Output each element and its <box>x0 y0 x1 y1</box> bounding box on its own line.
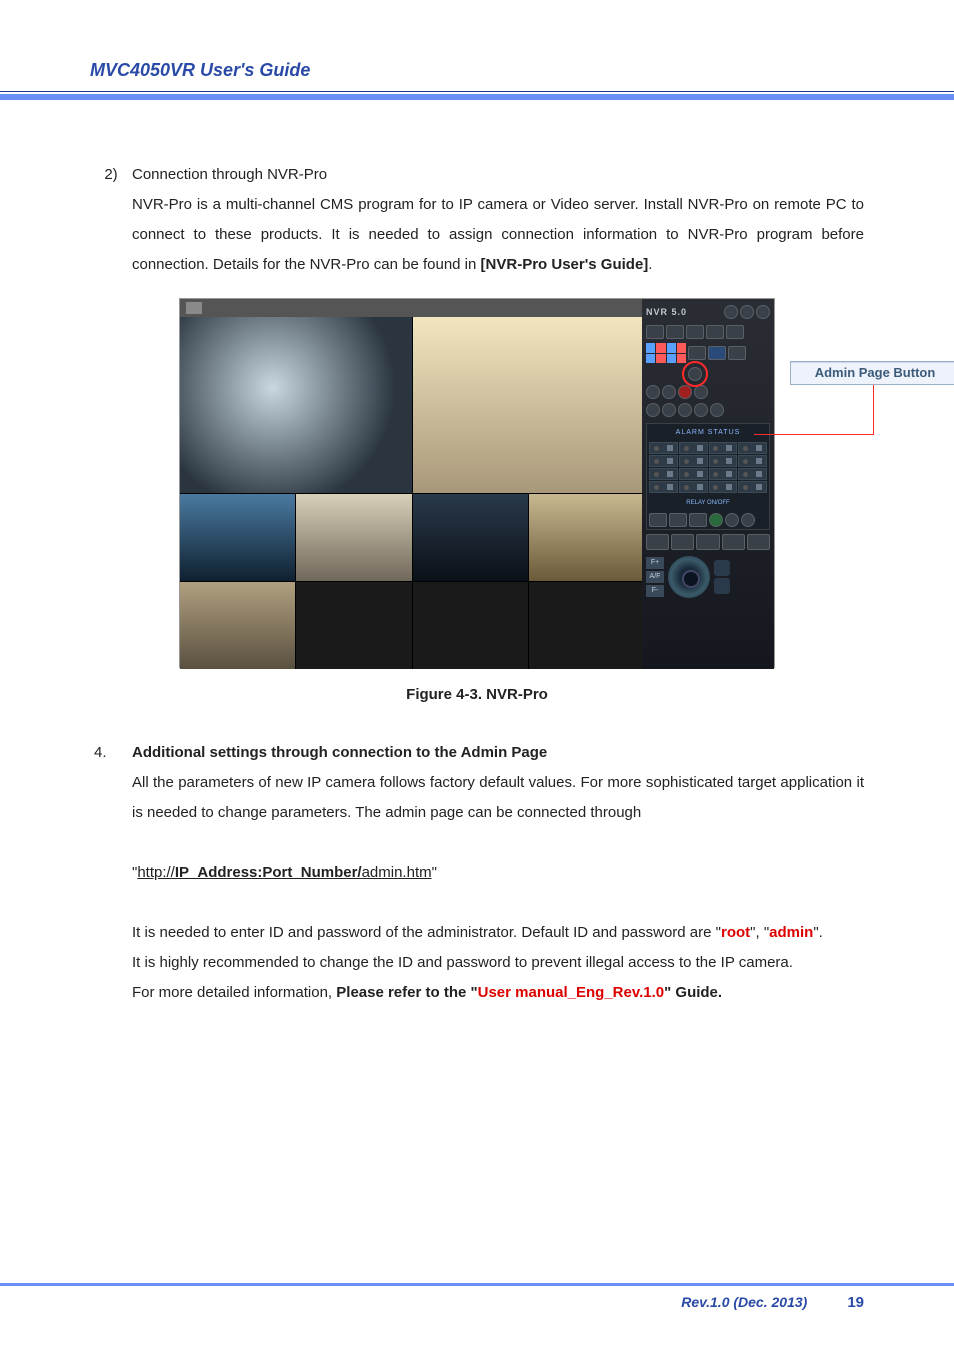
camera-tile <box>180 582 295 669</box>
figure-4-3: NVR 5.0 <box>90 298 864 710</box>
tool-icon <box>708 346 726 360</box>
camera-tile <box>529 494 644 581</box>
tool-icon <box>646 534 669 550</box>
layout-icon <box>706 325 724 339</box>
control-icon <box>710 403 724 417</box>
control-icon <box>662 385 676 399</box>
layout-icon <box>686 325 704 339</box>
header-rule <box>0 91 954 100</box>
document-content: 2) Connection through NVR-Pro NVR-Pro is… <box>90 160 864 1008</box>
tool-icon <box>688 346 706 360</box>
record-icon <box>678 385 692 399</box>
camera-tile <box>296 494 411 581</box>
layout-icon <box>726 325 744 339</box>
window-title-bar <box>180 299 644 317</box>
control-icon <box>646 403 660 417</box>
camera-tile <box>529 582 644 669</box>
document-footer: Rev.1.0 (Dec. 2013) 19 <box>0 1283 954 1311</box>
default-id: root <box>721 924 750 941</box>
zoom-out-icon <box>714 578 730 594</box>
window-button <box>756 305 770 319</box>
footer-revision: Rev.1.0 (Dec. 2013) <box>681 1294 807 1310</box>
admin-url: http://IP_Address:Port_Number/admin.htm <box>137 864 431 881</box>
relay-title: RELAY ON/OFF <box>649 497 767 509</box>
alarm-status-title: ALARM STATUS <box>649 426 767 440</box>
admin-page-button-callout: Admin Page Button <box>790 361 954 385</box>
default-password: admin <box>769 924 813 941</box>
control-icon <box>694 385 708 399</box>
nvr-pro-screenshot: NVR 5.0 <box>179 298 775 668</box>
camera-grid <box>180 317 644 669</box>
ptz-control: F+ A/F F- <box>646 556 770 598</box>
relay-icon <box>741 513 755 527</box>
alarm-status-panel: ALARM STATUS RELAY ON/OFF <box>646 423 770 530</box>
admin-url-line: "http://IP_Address:Port_Number/admin.htm… <box>132 858 864 888</box>
channel-thumbnails <box>646 343 686 363</box>
camera-tile <box>296 582 411 669</box>
relay-icon <box>689 513 707 527</box>
nav-next-icon <box>666 325 684 339</box>
admin-page-icon <box>688 367 702 381</box>
section-heading: Additional settings through connection t… <box>132 738 864 768</box>
tool-icon <box>722 534 745 550</box>
window-button <box>740 305 754 319</box>
camera-tile <box>413 582 528 669</box>
paragraph: For more detailed information, Please re… <box>132 978 864 1008</box>
relay-icon <box>649 513 667 527</box>
list-item-2: 2) Connection through NVR-Pro NVR-Pro is… <box>90 160 864 280</box>
control-icon <box>694 403 708 417</box>
ptz-direction-wheel <box>668 556 710 598</box>
list-item-number: 2) <box>90 160 132 190</box>
tool-icon <box>747 534 770 550</box>
document-header-title: MVC4050VR User's Guide <box>90 60 864 81</box>
tool-icon <box>728 346 746 360</box>
camera-tile <box>413 494 528 581</box>
nvr-side-panel: NVR 5.0 <box>642 299 774 669</box>
relay-icon <box>725 513 739 527</box>
relay-on-icon <box>709 513 723 527</box>
control-icon <box>646 385 660 399</box>
nvr-version-label: NVR 5.0 <box>646 303 687 321</box>
footer-rule <box>0 1283 954 1286</box>
reference-user-manual: User manual_Eng_Rev.1.0 <box>478 984 664 1001</box>
highlight-circle <box>682 361 708 387</box>
relay-icon <box>669 513 687 527</box>
figure-caption: Figure 4-3. NVR-Pro <box>406 680 548 710</box>
paragraph: All the parameters of new IP camera foll… <box>132 768 864 828</box>
ptz-focus-minus: F- <box>646 585 664 597</box>
ptz-focus-plus: F+ <box>646 557 664 569</box>
paragraph: It is needed to enter ID and password of… <box>132 918 864 948</box>
list-item-paragraph: NVR-Pro is a multi-channel CMS program f… <box>132 190 864 280</box>
reference-nvr-pro-guide: [NVR-Pro User's Guide] <box>481 256 649 273</box>
camera-tile <box>180 317 412 493</box>
paragraph: It is highly recommended to change the I… <box>132 948 864 978</box>
control-icon <box>678 403 692 417</box>
document-page: MVC4050VR User's Guide 2) Connection thr… <box>0 0 954 1351</box>
list-item-number: 4. <box>90 738 132 768</box>
ptz-autofocus: A/F <box>646 571 664 583</box>
footer-page-number: 19 <box>847 1294 864 1311</box>
tool-icon <box>671 534 694 550</box>
camera-tile <box>413 317 645 493</box>
control-icon <box>662 403 676 417</box>
window-button <box>724 305 738 319</box>
camera-tile <box>180 494 295 581</box>
nav-prev-icon <box>646 325 664 339</box>
zoom-in-icon <box>714 560 730 576</box>
bottom-tool-row <box>646 534 770 550</box>
list-item-title: Connection through NVR-Pro <box>132 160 864 190</box>
tool-icon <box>696 534 719 550</box>
list-item-4: 4. Additional settings through connectio… <box>90 738 864 1008</box>
